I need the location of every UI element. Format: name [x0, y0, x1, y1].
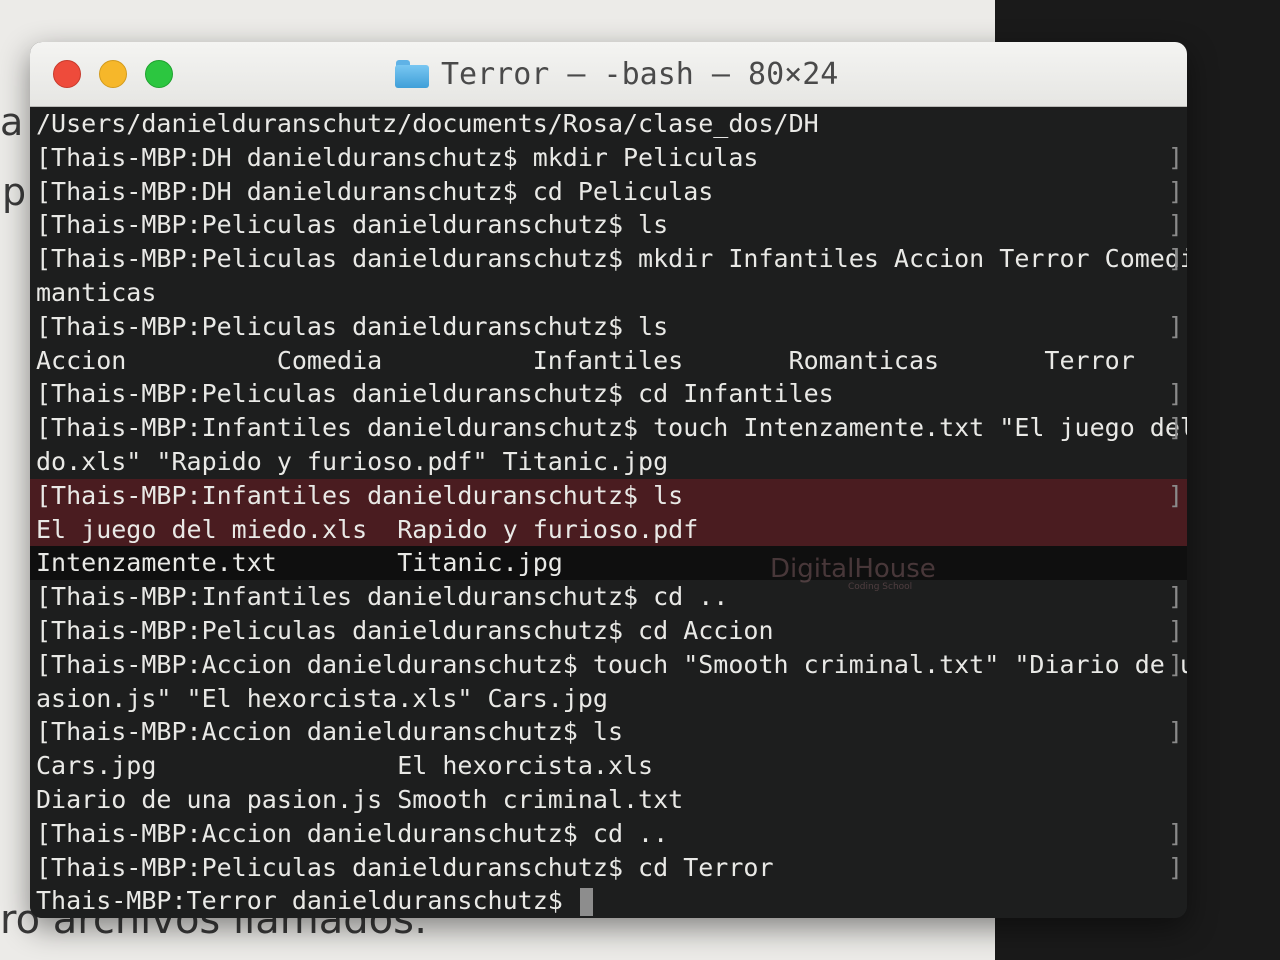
terminal-line-text: [Thais-MBP:Peliculas danielduranschutz$ … [36, 852, 774, 882]
terminal-line: [Thais-MBP:Peliculas danielduranschutz$ … [30, 377, 1187, 411]
line-bracket-mark: ] [1167, 413, 1183, 443]
line-bracket-mark: ] [1167, 142, 1183, 172]
terminal-line-text: [Thais-MBP:Peliculas danielduranschutz$ … [36, 244, 1187, 274]
terminal-line: [Thais-MBP:Accion danielduranschutz$ cd … [30, 817, 1187, 851]
close-button[interactable] [53, 60, 81, 88]
terminal-line-text: /Users/danielduranschutz/documents/Rosa/… [36, 109, 819, 138]
terminal-line-text: Accion Comedia Infantiles Romanticas Ter… [36, 345, 1135, 375]
minimize-button[interactable] [99, 60, 127, 88]
terminal-line: [Thais-MBP:Peliculas danielduranschutz$ … [30, 242, 1187, 276]
background-text-fragment: a [0, 100, 24, 144]
window-title-group: Terror — -bash — 80×24 [395, 50, 838, 98]
terminal-line-text: [Thais-MBP:Peliculas danielduranschutz$ … [36, 615, 774, 645]
terminal-output[interactable]: /Users/danielduranschutz/documents/Rosa/… [30, 107, 1187, 918]
terminal-line-text: El juego del miedo.xls Rapido y furioso.… [36, 514, 699, 544]
terminal-line: Cars.jpg El hexorcista.xls [30, 749, 1187, 783]
terminal-line: asion.js" "El hexorcista.xls" Cars.jpg [30, 682, 1187, 716]
terminal-line-text: Diario de una pasion.js Smooth criminal.… [36, 784, 684, 814]
terminal-line-text: do.xls" "Rapido y furioso.pdf" Titanic.j… [36, 446, 669, 476]
folder-icon [395, 60, 429, 88]
terminal-line: [Thais-MBP:Accion danielduranschutz$ tou… [30, 648, 1187, 682]
text-cursor [579, 888, 593, 917]
line-bracket-mark: ] [1167, 311, 1183, 341]
terminal-line-text: [Thais-MBP:Accion danielduranschutz$ tou… [36, 649, 1187, 679]
terminal-line-text: asion.js" "El hexorcista.xls" Cars.jpg [36, 683, 608, 713]
background-text-fragment: p [2, 170, 27, 214]
terminal-line: Diario de una pasion.js Smooth criminal.… [30, 783, 1187, 817]
terminal-line: Thais-MBP:Terror danielduranschutz$ [30, 884, 1187, 918]
terminal-line-text: [Thais-MBP:Accion danielduranschutz$ cd … [36, 818, 669, 848]
terminal-line-text: Cars.jpg El hexorcista.xls [36, 751, 654, 781]
zoom-button[interactable] [145, 60, 173, 88]
terminal-line-text: Thais-MBP:Terror danielduranschutz$ [36, 886, 578, 916]
terminal-line-text: [Thais-MBP:Peliculas danielduranschutz$ … [36, 379, 834, 409]
terminal-line: [Thais-MBP:Accion danielduranschutz$ ls] [30, 715, 1187, 749]
window-titlebar[interactable]: Terror — -bash — 80×24 [30, 42, 1187, 107]
terminal-line: El juego del miedo.xls Rapido y furioso.… [30, 512, 1187, 547]
terminal-line-text: [Thais-MBP:DH danielduranschutz$ mkdir P… [36, 142, 759, 172]
terminal-line-text: [Thais-MBP:Accion danielduranschutz$ ls [36, 717, 623, 747]
terminal-line-text: manticas [36, 277, 157, 307]
terminal-line: [Thais-MBP:Peliculas danielduranschutz$ … [30, 208, 1187, 242]
terminal-line-text: Intenzamente.txt Titanic.jpg [36, 548, 563, 578]
terminal-line: manticas [30, 276, 1187, 310]
terminal-line: [Thais-MBP:Peliculas danielduranschutz$ … [30, 310, 1187, 344]
terminal-line: /Users/danielduranschutz/documents/Rosa/… [30, 107, 1187, 141]
line-bracket-mark: ] [1167, 244, 1183, 274]
terminal-line-text: [Thais-MBP:Infantiles danielduranschutz$… [36, 582, 729, 612]
terminal-line: do.xls" "Rapido y furioso.pdf" Titanic.j… [30, 445, 1187, 479]
line-bracket-mark: ] [1167, 210, 1183, 240]
terminal-line-text: [Thais-MBP:Peliculas danielduranschutz$ … [36, 311, 669, 341]
terminal-line-text: [Thais-MBP:DH danielduranschutz$ cd Peli… [36, 176, 714, 206]
terminal-line: [Thais-MBP:Infantiles danielduranschutz$… [30, 411, 1187, 445]
line-bracket-mark: ] [1167, 176, 1183, 206]
line-bracket-mark: ] [1167, 480, 1183, 510]
terminal-line-text: [Thais-MBP:Peliculas danielduranschutz$ … [36, 210, 669, 240]
line-bracket-mark: ] [1167, 852, 1183, 882]
line-bracket-mark: ] [1167, 717, 1183, 747]
terminal-line: [Thais-MBP:Peliculas danielduranschutz$ … [30, 851, 1187, 885]
terminal-line: [Thais-MBP:DH danielduranschutz$ cd Peli… [30, 175, 1187, 209]
terminal-line: [Thais-MBP:Infantiles danielduranschutz$… [30, 580, 1187, 614]
terminal-line: [Thais-MBP:Infantiles danielduranschutz$… [30, 478, 1187, 513]
terminal-line: [Thais-MBP:DH danielduranschutz$ mkdir P… [30, 141, 1187, 175]
terminal-window[interactable]: Terror — -bash — 80×24 /Users/danieldura… [30, 42, 1187, 918]
watermark-text: DigitalHouse [770, 554, 936, 584]
terminal-line: Intenzamente.txt Titanic.jpg [30, 546, 1187, 581]
line-bracket-mark: ] [1167, 818, 1183, 848]
window-title: Terror — -bash — 80×24 [441, 56, 839, 92]
terminal-line-text: [Thais-MBP:Infantiles danielduranschutz$… [36, 480, 684, 510]
line-bracket-mark: ] [1167, 615, 1183, 645]
terminal-line: [Thais-MBP:Peliculas danielduranschutz$ … [30, 614, 1187, 648]
line-bracket-mark: ] [1167, 649, 1183, 679]
terminal-line: Accion Comedia Infantiles Romanticas Ter… [30, 344, 1187, 378]
line-bracket-mark: ] [1167, 379, 1183, 409]
terminal-line-text: [Thais-MBP:Infantiles danielduranschutz$… [36, 413, 1187, 443]
watermark-logo: DigitalHouse Coding School [770, 554, 936, 592]
line-bracket-mark: ] [1167, 582, 1183, 612]
